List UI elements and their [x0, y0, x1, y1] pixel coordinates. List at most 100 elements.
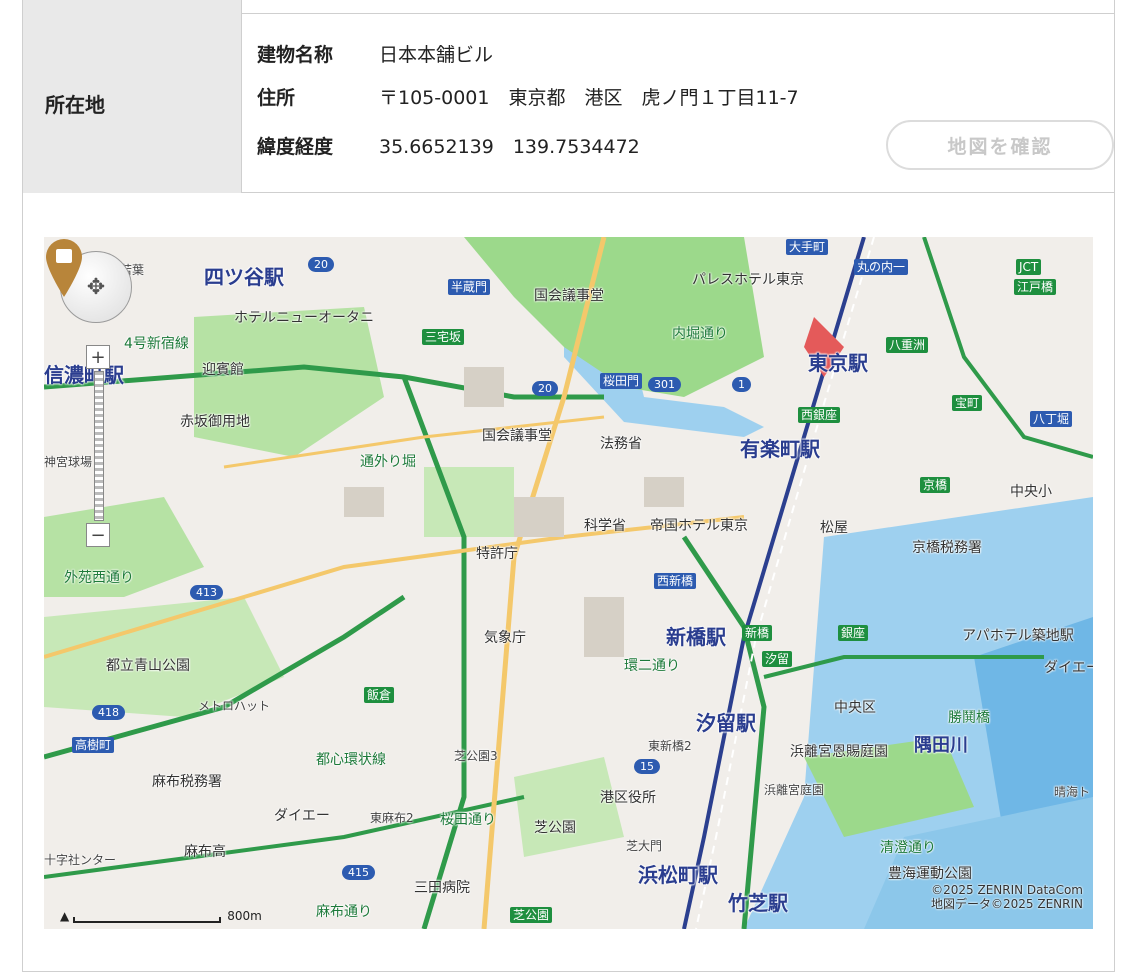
- map-label-kiyosumi: 清澄通り: [880, 840, 936, 856]
- latlng-label: 緯度経度: [257, 136, 334, 158]
- map-label-toshin-kanjo: 都心環状線: [316, 752, 386, 768]
- map-label-shiba-daimon: 芝大門: [626, 839, 663, 853]
- zoom-in-button[interactable]: +: [86, 345, 110, 369]
- copyright-line-1: ©2025 ZENRIN DataCom: [931, 883, 1083, 897]
- map-label-shiba-koen3: 芝公園3: [454, 749, 498, 763]
- route-shield-301: 301: [648, 377, 681, 392]
- map-label-hamarikyu-garden: 浜離宮庭園: [764, 783, 825, 797]
- map-label-higashi-shinbashi: 東新橋2: [648, 739, 692, 753]
- route-shield-413: 413: [190, 585, 223, 600]
- map-label-juji: 十字社ンター: [44, 853, 117, 867]
- map-label-shiodome: 汐留: [762, 651, 793, 667]
- map-label-miyachu-sando: 国会議事堂: [534, 288, 604, 304]
- map-scale: ▲ 800m: [60, 909, 262, 923]
- latlng-value: 35.6652139 139.7534472: [379, 136, 640, 158]
- map-label-apa-hotel: アパホテル築地駅: [962, 628, 1074, 644]
- map-copyright: ©2025 ZENRIN DataCom 地図データ©2025 ZENRIN: [931, 883, 1083, 911]
- map-label-akasaka-goyochi: 赤坂御用地: [180, 414, 250, 430]
- map-label-kanni-dori: 環二通り: [624, 658, 680, 674]
- map-label-shiodome-station: 汐留駅: [696, 711, 756, 735]
- map-label-nishi-shinbashi: 西新橋: [654, 573, 697, 589]
- map-label-hamamatsucho: 浜松町駅: [638, 863, 718, 887]
- route-shield-418: 418: [92, 705, 125, 720]
- map-label-nishiginza: 西銀座: [798, 407, 841, 423]
- zoom-out-button[interactable]: −: [86, 523, 110, 547]
- building-name-value: 日本本舗ビル: [379, 44, 494, 66]
- map-label-chuo-ku: 中央区: [834, 700, 876, 716]
- map-label-iikura: 飯倉: [364, 687, 395, 703]
- map-label-ginza: 銀座: [838, 625, 869, 641]
- map-label-jct: JCT: [1016, 259, 1042, 275]
- map-label-gaien-nishi: 外苑西通り: [64, 570, 134, 586]
- map-label-geihinkan: 迎賓館: [202, 362, 244, 378]
- table-header-cell-empty: [23, 0, 242, 14]
- address-value: 〒105-0001 東京都 港区 虎ノ門１丁目11-7: [379, 87, 799, 109]
- map-label-kokkai: 国会議事堂: [482, 428, 552, 444]
- map-label-sakuradamon: 桜田門: [600, 373, 643, 389]
- map-view[interactable]: 四ツ谷駅 ホテルニューオータニ 4号新宿線 迎賓館 赤坂御用地 信濃町駅 神宮球…: [44, 237, 1093, 929]
- map-label-harumi: 晴海ト: [1054, 785, 1091, 799]
- map-label-jingu-kyujo: 神宮球場: [44, 455, 93, 469]
- location-pin-icon[interactable]: [44, 237, 84, 299]
- route-shield-20b: 20: [532, 381, 558, 396]
- map-label-hamarikyu: 浜離宮恩賜庭園: [790, 744, 888, 760]
- map-label-route4-shinjuku: 4号新宿線: [124, 336, 189, 352]
- map-label-shinanomachi: 信濃町駅: [44, 363, 124, 387]
- map-label-kyobashi-tax: 京橋税務署: [912, 540, 982, 556]
- table-row-top: [23, 0, 1114, 14]
- map-label-homusho: 法務省: [600, 436, 642, 452]
- map-label-shinbashi: 新橋: [742, 625, 773, 641]
- map-label-yaesu: 八重洲: [886, 337, 929, 353]
- map-label-kachidoki: 勝鬨橋: [948, 710, 990, 726]
- map-label-shinbashi-station: 新橋駅: [666, 625, 726, 649]
- map-label-kyobashi: 京橋: [920, 477, 951, 493]
- map-label-monkasho: 科学省: [584, 518, 626, 534]
- address-line: 住所 〒105-0001 東京都 港区 虎ノ門１丁目11-7: [257, 83, 799, 110]
- map-label-matsuya: 松屋: [820, 520, 848, 536]
- route-shield-20a: 20: [308, 257, 334, 272]
- map-label-yurakucho: 有楽町駅: [740, 437, 820, 461]
- location-header: 所在地: [23, 14, 242, 193]
- map-label-minato-ward: 港区役所: [600, 790, 656, 806]
- scale-label: 800m: [227, 909, 262, 923]
- map-label-higashi-azabu: 東麻布2: [370, 811, 414, 825]
- map-label-aoyama-park: 都立青山公園: [106, 658, 190, 674]
- map-label-shiba-koen: 芝公園: [534, 820, 576, 836]
- location-details: 建物名称 日本本舗ビル 住所 〒105-0001 東京都 港区 虎ノ門１丁目11…: [243, 14, 1114, 193]
- map-label-edobashi: 江戸橋: [1014, 279, 1057, 295]
- map-label-imperial-hotel: 帝国ホテル東京: [650, 518, 748, 534]
- table-row-location: 所在地 建物名称 日本本舗ビル 住所 〒105-0001 東京都 港区 虎ノ門１…: [23, 14, 1114, 193]
- map-label-daiei-east: ダイエー: [1044, 660, 1093, 676]
- map-zoom-control[interactable]: + −: [86, 345, 112, 565]
- building-name-label: 建物名称: [257, 44, 334, 66]
- zoom-slider[interactable]: [94, 371, 104, 521]
- map-label-yotsuya-station: 四ツ谷駅: [204, 265, 284, 289]
- map-label-takaramachi: 宝町: [952, 395, 983, 411]
- map-label-sotobori: 通外り堀: [360, 454, 416, 470]
- scale-bar: [73, 917, 222, 923]
- route-shield-1: 1: [732, 377, 751, 392]
- map-label-azabu-dori: 麻布通り: [316, 904, 372, 920]
- map-label-palace-hotel: パレスホテル東京: [692, 272, 804, 288]
- map-label-otemachi: 大手町: [786, 239, 829, 255]
- map-label-sakurada-dori: 桜田通り: [440, 812, 496, 828]
- map-label-metro-hat: メトロハット: [198, 699, 271, 713]
- map-label-chuo-elementary: 中央小: [1010, 484, 1052, 500]
- map-label-takagicho: 高樹町: [72, 737, 115, 753]
- map-label-azabu-high: 麻布高: [184, 844, 226, 860]
- map-label-hanzomon: 半蔵門: [448, 279, 491, 295]
- map-label-takeshiba: 竹芝駅: [728, 891, 788, 915]
- map-label-daiei-west: ダイエー: [274, 808, 330, 824]
- map-label-uchibori: 内堀通り: [672, 326, 728, 342]
- map-label-marunouchi: 丸の内一: [854, 259, 909, 275]
- view-map-button[interactable]: 地図を確認: [886, 120, 1114, 170]
- address-label: 住所: [257, 87, 296, 109]
- map-label-sumida: 隅田川: [914, 735, 968, 756]
- map-label-miyakesaka: 三宅坂: [422, 329, 465, 345]
- latlng-line: 緯度経度 35.6652139 139.7534472: [257, 132, 640, 159]
- map-label-tokkyo: 特許庁: [476, 546, 518, 562]
- map-label-tokyo-station: 東京駅: [808, 351, 868, 375]
- map-label-azabu-tax: 麻布税務署: [152, 774, 222, 790]
- map-label-hotel-new-otani: ホテルニューオータニ: [234, 310, 374, 326]
- north-arrow-icon: ▲: [60, 909, 70, 923]
